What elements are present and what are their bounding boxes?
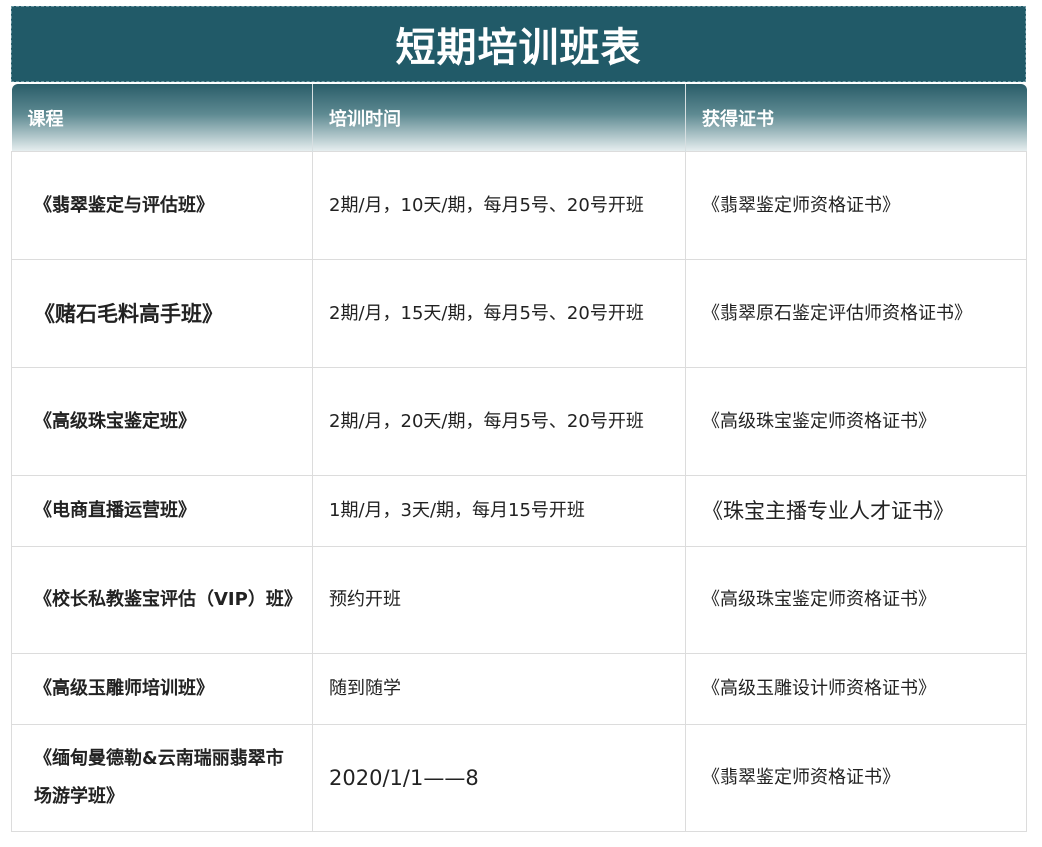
course-cell: 《赌石毛料高手班》 <box>11 259 313 368</box>
time-cell: 1期/月，3天/期，每月15号开班 <box>312 475 686 547</box>
certificate-cell: 《珠宝主播专业人才证书》 <box>685 475 1027 547</box>
course-cell: 《校长私教鉴宝评估（VIP）班》 <box>11 546 313 654</box>
certificate-cell: 《翡翠鉴定师资格证书》 <box>685 151 1027 260</box>
course-cell: 《缅甸曼德勒&云南瑞丽翡翠市场游学班》 <box>11 724 313 832</box>
table-row: 《翡翠鉴定与评估班》 2期/月，10天/期，每月5号、20号开班 《翡翠鉴定师资… <box>11 151 1027 260</box>
page-title: 短期培训班表 <box>395 25 642 71</box>
header-certificate: 获得证书 <box>685 84 1027 152</box>
training-table: 课程 培训时间 获得证书 《翡翠鉴定与评估班》 2期/月，10天/期，每月5号、… <box>11 84 1027 832</box>
time-cell: 随到随学 <box>312 653 686 725</box>
table-row: 《电商直播运营班》 1期/月，3天/期，每月15号开班 《珠宝主播专业人才证书》 <box>11 475 1027 547</box>
certificate-cell: 《高级玉雕设计师资格证书》 <box>685 653 1027 725</box>
time-cell: 2期/月，10天/期，每月5号、20号开班 <box>312 151 686 260</box>
course-cell: 《电商直播运营班》 <box>11 475 313 547</box>
header-course: 课程 <box>11 84 313 152</box>
table-row: 《校长私教鉴宝评估（VIP）班》 预约开班 《高级珠宝鉴定师资格证书》 <box>11 546 1027 654</box>
certificate-cell: 《翡翠鉴定师资格证书》 <box>685 724 1027 832</box>
header-time: 培训时间 <box>312 84 686 152</box>
time-cell: 预约开班 <box>312 546 686 654</box>
title-banner: 短期培训班表 <box>11 6 1026 82</box>
certificate-cell: 《高级珠宝鉴定师资格证书》 <box>685 367 1027 476</box>
certificate-cell: 《高级珠宝鉴定师资格证书》 <box>685 546 1027 654</box>
course-cell: 《翡翠鉴定与评估班》 <box>11 151 313 260</box>
table-row: 《缅甸曼德勒&云南瑞丽翡翠市场游学班》 2020/1/1——8 《翡翠鉴定师资格… <box>11 724 1027 832</box>
course-cell: 《高级玉雕师培训班》 <box>11 653 313 725</box>
training-table-wrap: 课程 培训时间 获得证书 《翡翠鉴定与评估班》 2期/月，10天/期，每月5号、… <box>11 84 1027 832</box>
table-row: 《高级玉雕师培训班》 随到随学 《高级玉雕设计师资格证书》 <box>11 653 1027 725</box>
course-cell: 《高级珠宝鉴定班》 <box>11 367 313 476</box>
time-cell: 2期/月，15天/期，每月5号、20号开班 <box>312 259 686 368</box>
time-cell: 2020/1/1——8 <box>312 724 686 832</box>
time-cell: 2期/月，20天/期，每月5号、20号开班 <box>312 367 686 476</box>
certificate-cell: 《翡翠原石鉴定评估师资格证书》 <box>685 259 1027 368</box>
table-header-row: 课程 培训时间 获得证书 <box>11 84 1027 152</box>
table-row: 《高级珠宝鉴定班》 2期/月，20天/期，每月5号、20号开班 《高级珠宝鉴定师… <box>11 367 1027 476</box>
table-row: 《赌石毛料高手班》 2期/月，15天/期，每月5号、20号开班 《翡翠原石鉴定评… <box>11 259 1027 368</box>
